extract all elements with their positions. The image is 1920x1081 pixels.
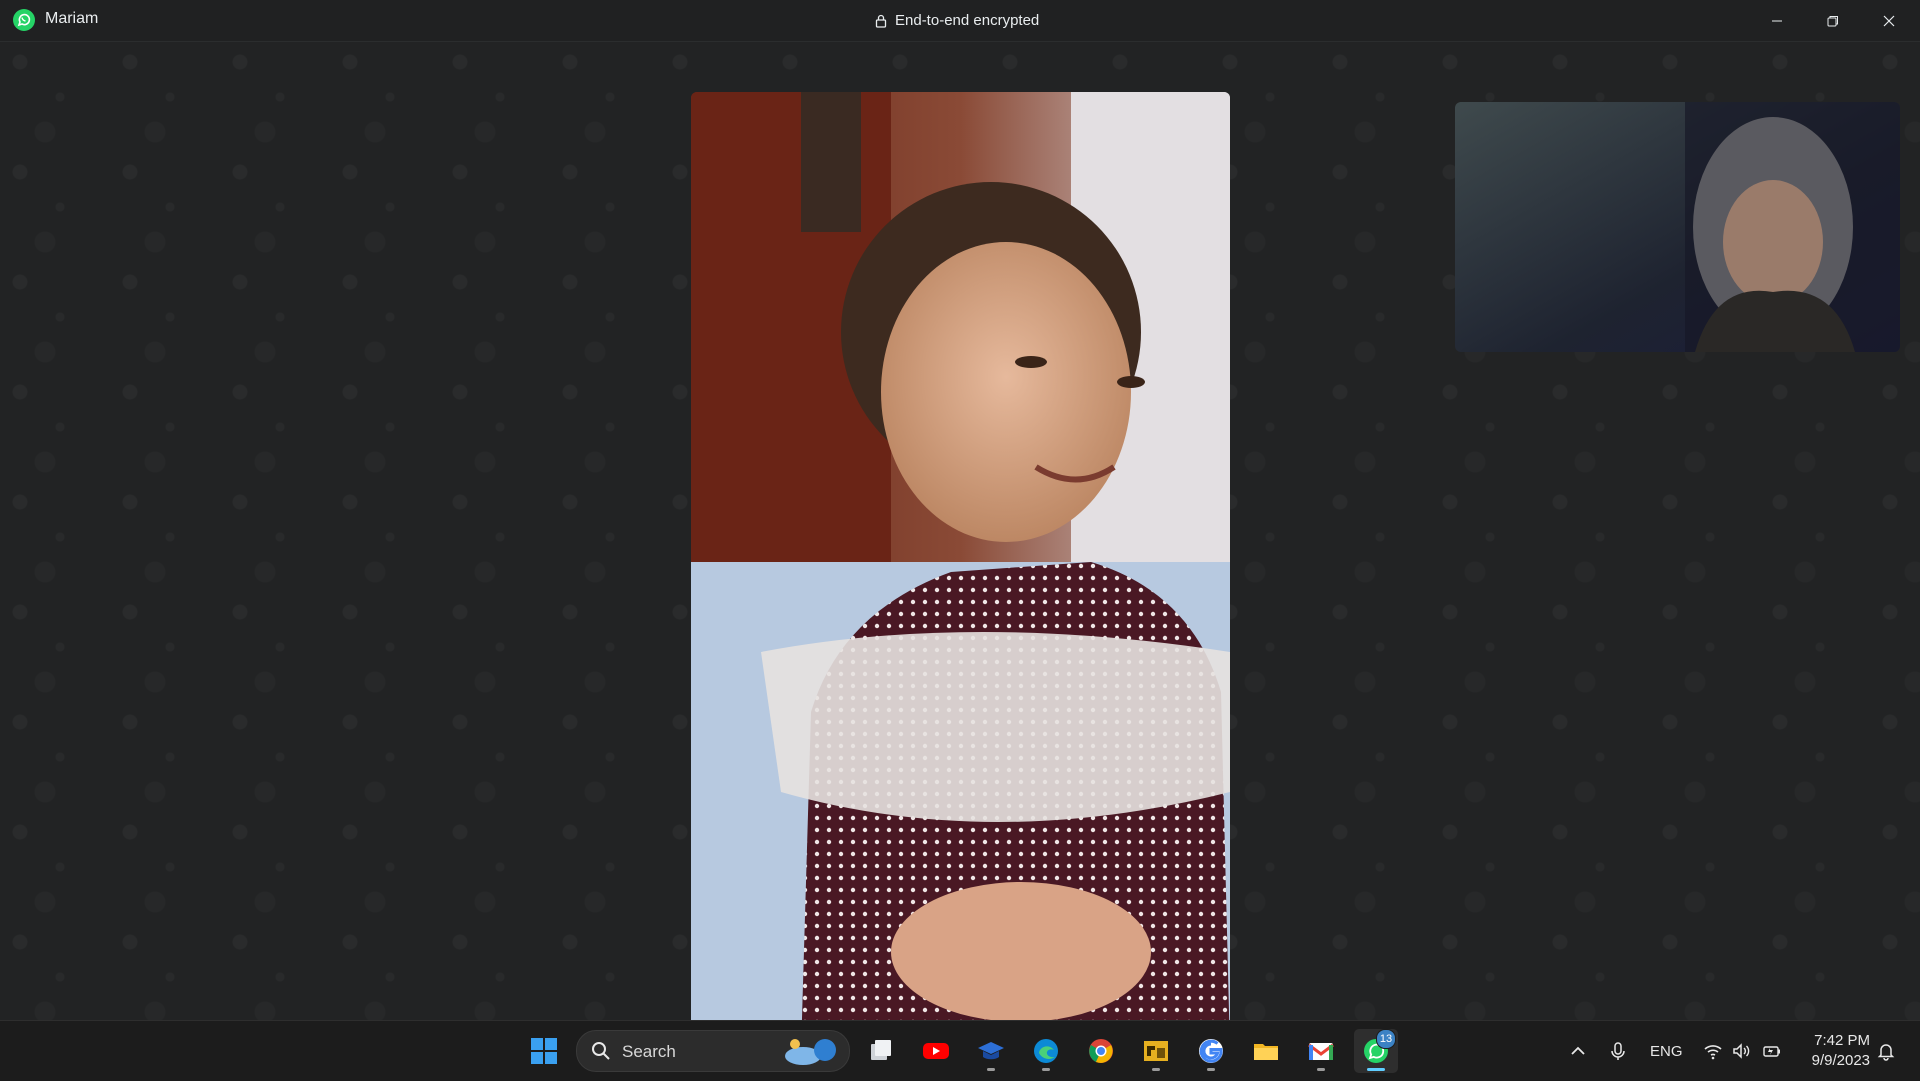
graduation-cap-icon xyxy=(978,1042,1004,1060)
encryption-status: End-to-end encrypted xyxy=(875,12,1039,29)
self-view-video xyxy=(1455,102,1900,352)
system-clock[interactable]: 7:42 PM 9/9/2023 xyxy=(1790,1031,1870,1071)
task-view-button[interactable] xyxy=(859,1029,903,1073)
running-indicator xyxy=(987,1068,995,1071)
edge-button[interactable] xyxy=(1024,1029,1068,1073)
show-hidden-icons-button[interactable] xyxy=(1568,1021,1588,1081)
youtube-button[interactable] xyxy=(914,1029,958,1073)
whatsapp-icon xyxy=(12,8,36,32)
contact-name: Mariam xyxy=(45,10,99,27)
edge-icon xyxy=(1034,1039,1058,1063)
chevron-up-icon xyxy=(1571,1046,1585,1055)
search-highlight-icon xyxy=(785,1039,836,1065)
youtube-icon xyxy=(923,1043,949,1059)
windows-logo-icon xyxy=(531,1038,557,1064)
clock-date: 9/9/2023 xyxy=(1811,1052,1870,1069)
chrome-icon xyxy=(1089,1039,1113,1063)
search-label: Search xyxy=(622,1042,676,1061)
file-explorer-button[interactable] xyxy=(1244,1029,1288,1073)
google-icon xyxy=(1199,1039,1223,1063)
microphone-status[interactable] xyxy=(1608,1021,1628,1081)
clock-time: 7:42 PM xyxy=(1814,1032,1870,1049)
learning-app-button[interactable] xyxy=(969,1029,1013,1073)
close-button[interactable] xyxy=(1861,0,1917,41)
running-indicator xyxy=(1042,1068,1050,1071)
search-icon xyxy=(592,1042,610,1060)
notification-bell-icon xyxy=(1877,1044,1895,1061)
microphone-icon xyxy=(1611,1042,1625,1060)
running-indicator xyxy=(1317,1068,1325,1071)
start-button[interactable] xyxy=(522,1029,566,1073)
remote-participant-video xyxy=(691,92,1230,1052)
battery-status[interactable] xyxy=(1762,1021,1782,1081)
gmail-icon xyxy=(1308,1043,1334,1060)
language-indicator[interactable]: ENG xyxy=(1650,1021,1683,1081)
folder-icon xyxy=(1254,1044,1278,1060)
call-area xyxy=(0,42,1920,1052)
notifications-button[interactable] xyxy=(1876,1021,1896,1081)
speaker-icon xyxy=(1733,1043,1750,1059)
task-view-icon xyxy=(871,1040,891,1060)
title-bar: Mariam End-to-end encrypted xyxy=(0,0,1920,42)
notification-badge: 13 xyxy=(1376,1029,1396,1049)
wifi-status[interactable] xyxy=(1703,1021,1723,1081)
wifi-icon xyxy=(1704,1045,1722,1060)
game-app-button[interactable] xyxy=(1134,1029,1178,1073)
active-indicator xyxy=(1367,1068,1385,1071)
minimize-icon xyxy=(1772,20,1782,21)
volume-status[interactable] xyxy=(1731,1021,1751,1081)
running-indicator xyxy=(1152,1068,1160,1071)
restore-button[interactable] xyxy=(1805,0,1861,41)
taskbar: Search 13 ENG 7:42 PM 9/9/2023 xyxy=(0,1020,1920,1081)
restore-icon xyxy=(1827,15,1838,26)
lock-icon xyxy=(875,14,887,28)
game-icon xyxy=(1144,1041,1168,1061)
minimize-button[interactable] xyxy=(1749,0,1805,41)
encryption-label: End-to-end encrypted xyxy=(895,12,1040,29)
battery-icon xyxy=(1763,1046,1780,1057)
gmail-button[interactable] xyxy=(1299,1029,1343,1073)
close-icon xyxy=(1883,15,1895,26)
language-label: ENG xyxy=(1650,1042,1683,1060)
taskbar-search[interactable]: Search xyxy=(576,1030,850,1072)
running-indicator xyxy=(1207,1068,1215,1071)
chrome-button[interactable] xyxy=(1079,1029,1123,1073)
whatsapp-button[interactable]: 13 xyxy=(1354,1029,1398,1073)
google-button[interactable] xyxy=(1189,1029,1233,1073)
